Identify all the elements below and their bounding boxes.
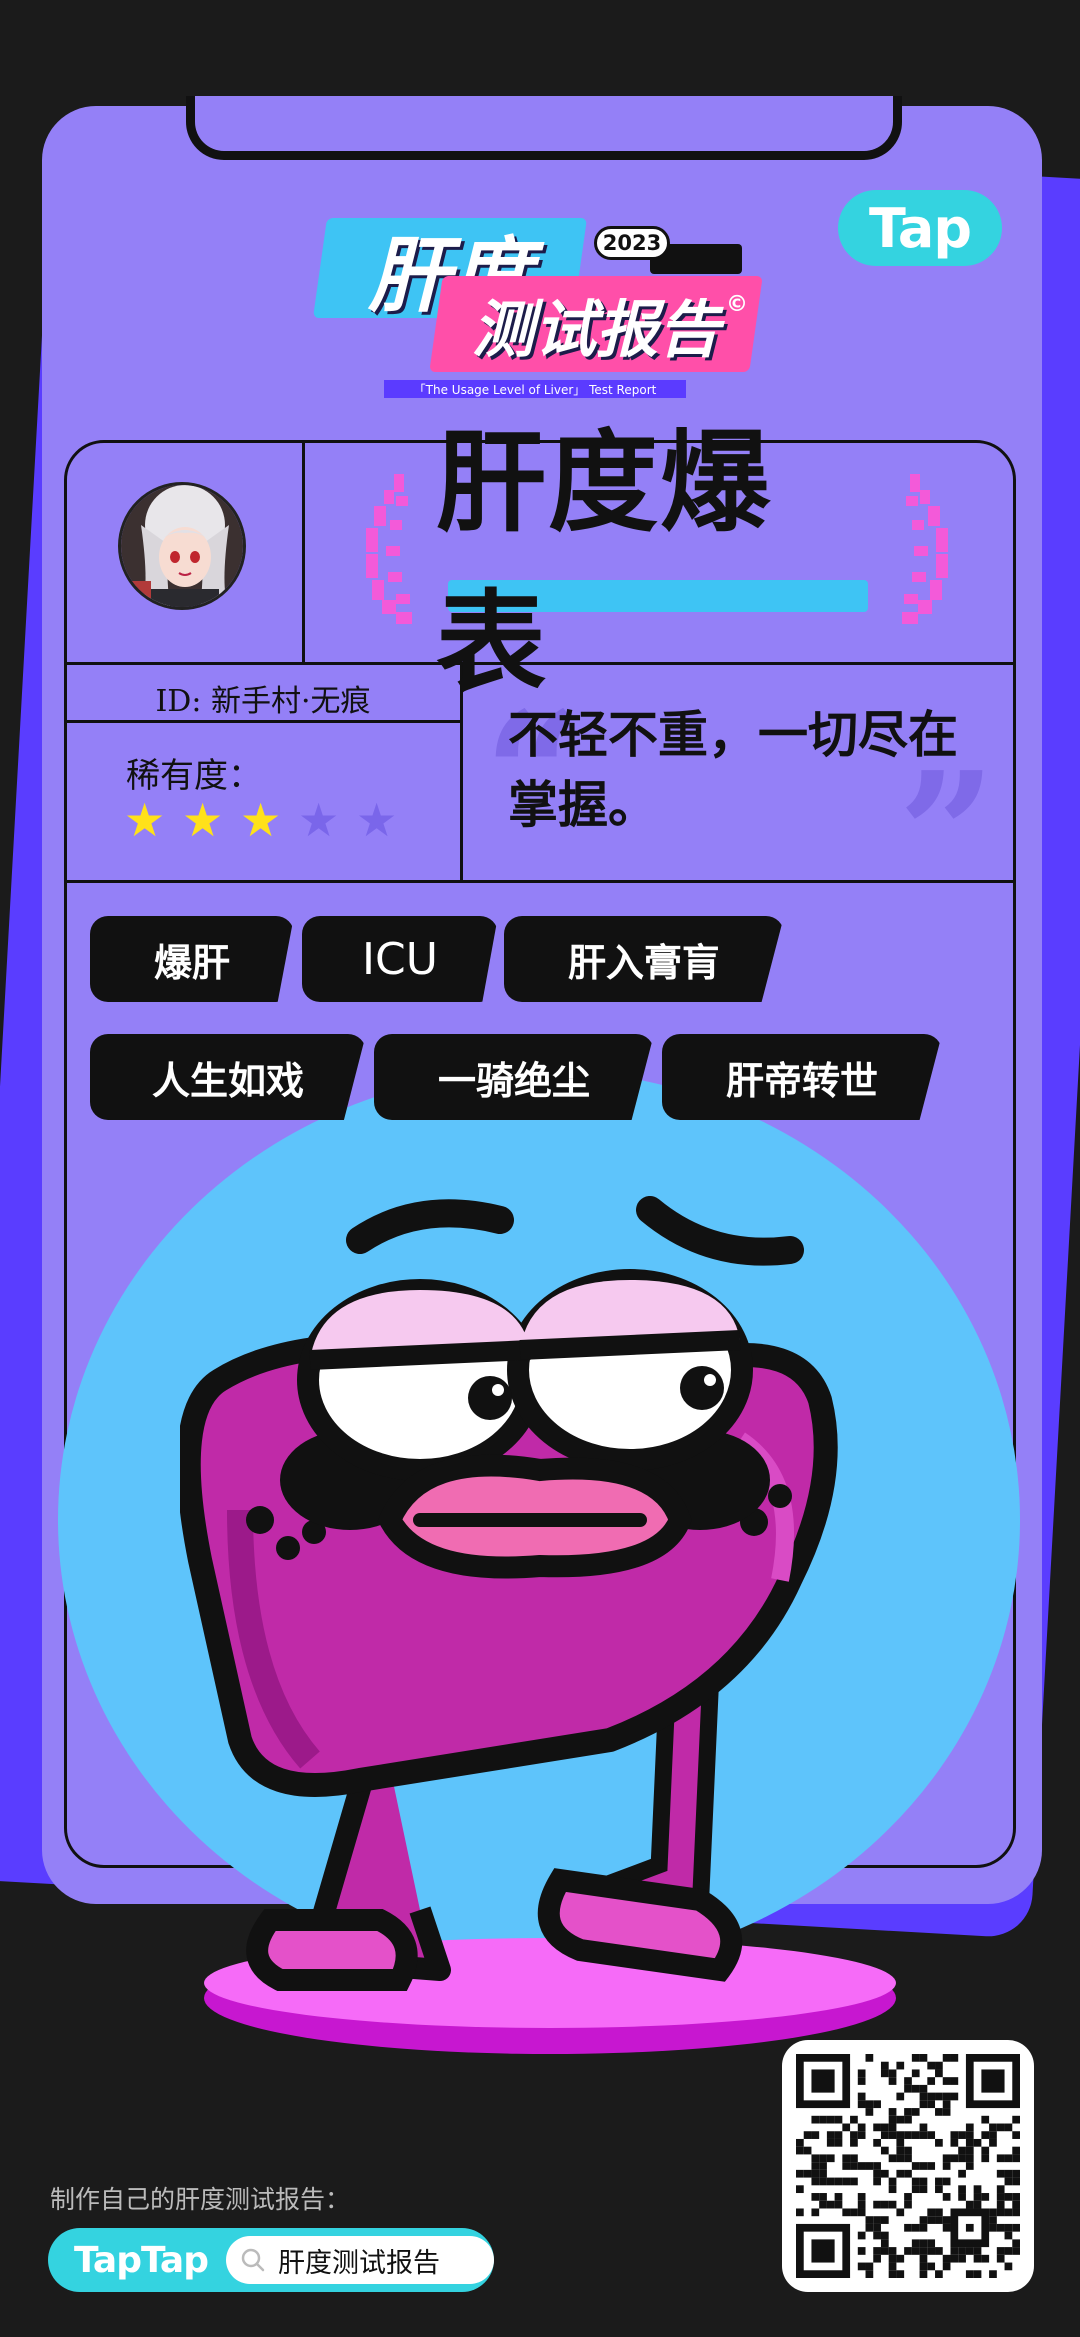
star-icon: ★ <box>240 793 282 847</box>
grid-line <box>302 442 305 664</box>
star-icon: ★ <box>298 793 340 847</box>
grid-line <box>66 880 1014 883</box>
avatar[interactable] <box>118 482 246 610</box>
title-line2: 测试报告 <box>471 293 720 366</box>
star-icon: ★ <box>182 793 224 847</box>
card-notch <box>186 96 902 160</box>
copyright-mark: © <box>726 292 748 317</box>
search-icon <box>241 2248 265 2272</box>
quote-text: 不轻不重，一切尽在掌握。 <box>508 706 958 834</box>
avatar-image <box>121 485 243 607</box>
tag-item: ICU <box>302 916 498 1002</box>
laurel-icon <box>902 474 948 624</box>
taptap-brand: TapTap <box>74 2239 209 2281</box>
taptap-search-pill[interactable]: TapTap 肝度测试报告 <box>48 2228 494 2292</box>
rarity-label: 稀有度： <box>126 756 262 796</box>
search-box[interactable]: 肝度测试报告 <box>225 2236 494 2284</box>
make-report-label: 制作自己的肝度测试报告： <box>50 2185 351 2214</box>
year-badge: 2023 <box>594 226 670 260</box>
laurel-icon <box>366 474 412 624</box>
liver-mascot <box>180 1196 838 1991</box>
tag-item: 人生如戏 <box>90 1034 366 1120</box>
rarity-stars: ★ ★ ★ ★ ★ <box>124 793 398 847</box>
qr-code[interactable] <box>782 2040 1034 2292</box>
tag-item: 爆肝 <box>90 916 294 1002</box>
tag-item: 肝帝转世 <box>662 1034 942 1120</box>
tag-item: 肝入膏肓 <box>504 916 784 1002</box>
search-text: 肝度测试报告 <box>277 2247 440 2279</box>
tap-logo: Tap <box>838 190 1002 266</box>
verdict-title: 肝度爆表 <box>436 419 876 707</box>
user-id: ID: 新手村·无痕 <box>155 684 371 719</box>
qr-code-image <box>796 2054 1020 2278</box>
star-icon: ★ <box>356 793 398 847</box>
tag-item: 一骑绝尘 <box>374 1034 654 1120</box>
star-icon: ★ <box>124 793 166 847</box>
